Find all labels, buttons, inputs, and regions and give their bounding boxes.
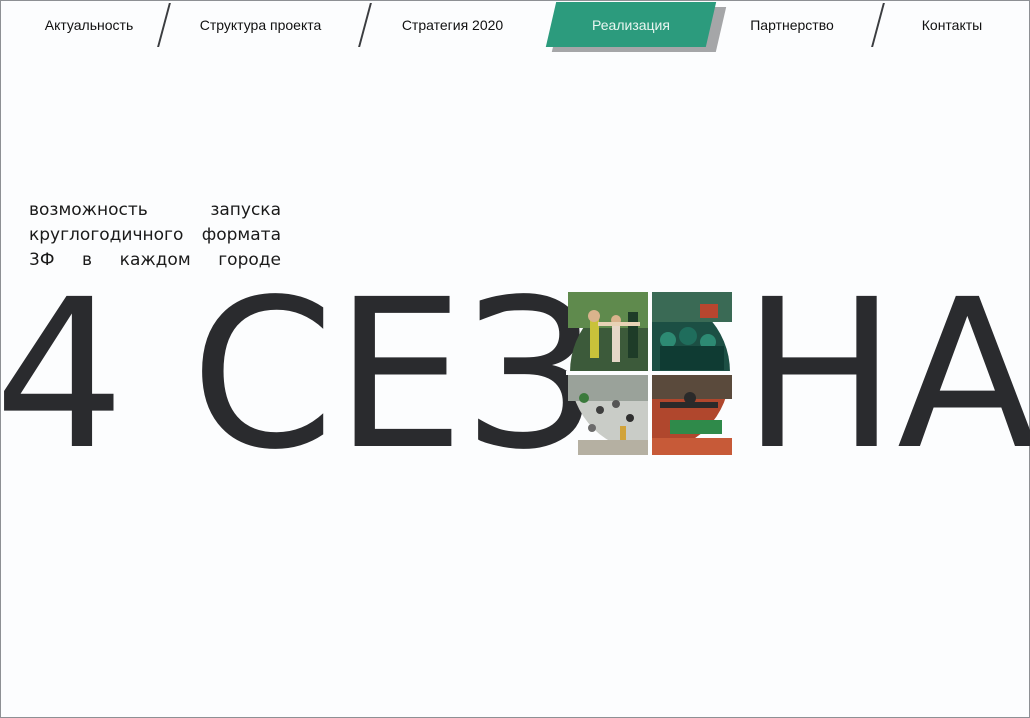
hero-title-text: 4 СЕЗ [0,255,597,495]
collage-divider-horizontal [566,371,734,375]
hero-title: 4 СЕЗ НА [0,255,1030,495]
hero-title-text: НА [742,255,1030,495]
hero-title-right: НА [742,255,1030,495]
hero-title-left: 4 СЕЗ [0,255,597,495]
